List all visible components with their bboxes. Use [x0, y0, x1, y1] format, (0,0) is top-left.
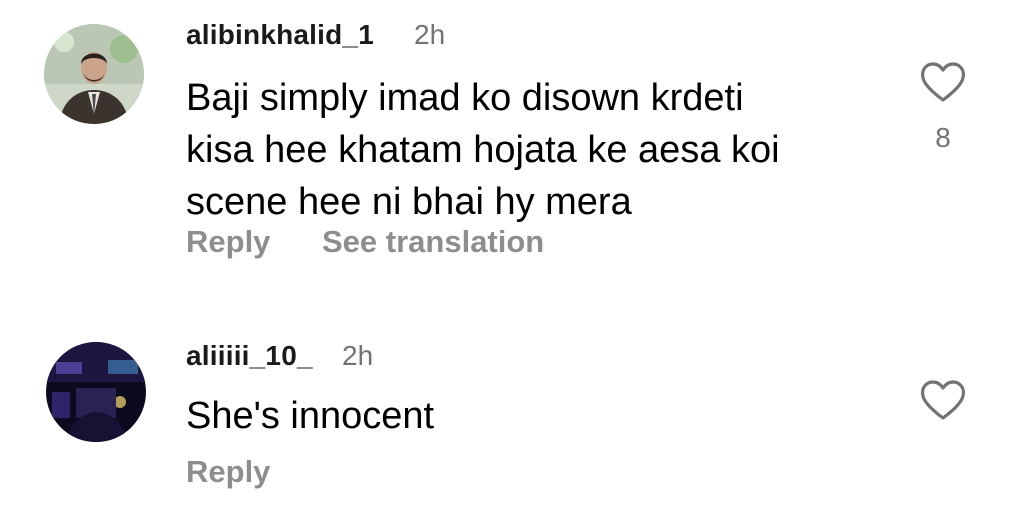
comment-text: She's innocent — [186, 395, 435, 437]
comment-item: alibinkhalid_1 2h Baji simply imad ko di… — [0, 0, 1024, 290]
reply-button[interactable]: Reply — [186, 454, 270, 490]
timestamp: 2h — [414, 19, 446, 50]
timestamp: 2h — [342, 340, 374, 371]
comment-item: aliiiii_10_ 2h She's innocent Reply — [0, 320, 1024, 510]
heart-outline-icon[interactable] — [919, 60, 967, 104]
username[interactable]: aliiiii_10_ — [186, 340, 313, 372]
heart-outline-icon[interactable] — [919, 378, 967, 422]
comment-text: Baji simply imad ko disown krdeti kisa h… — [186, 77, 780, 223]
see-translation-button[interactable]: See translation — [322, 224, 544, 260]
username[interactable]: alibinkhalid_1 — [186, 19, 374, 51]
avatar-image — [46, 342, 146, 442]
avatar-image — [44, 24, 144, 124]
avatar[interactable] — [46, 342, 146, 442]
avatar[interactable] — [44, 24, 144, 124]
like-count: 8 — [935, 122, 951, 153]
reply-button[interactable]: Reply — [186, 224, 270, 260]
